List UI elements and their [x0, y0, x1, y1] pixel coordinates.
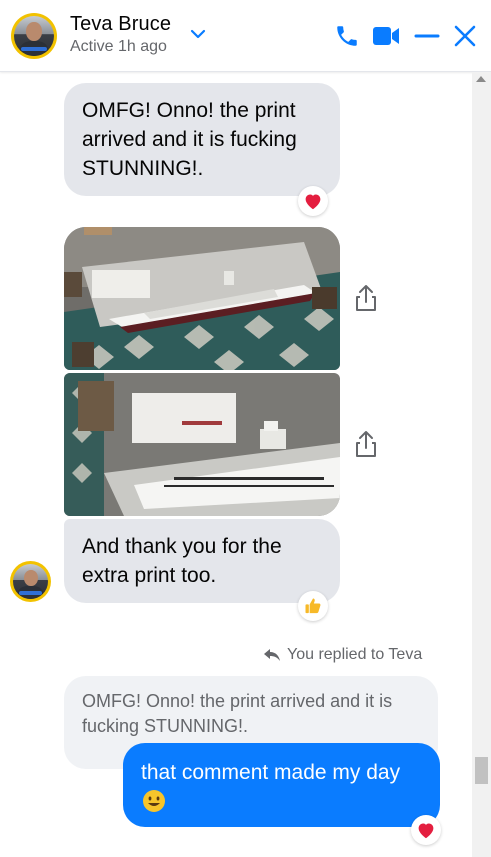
close-icon[interactable]: [450, 21, 480, 51]
contact-status: Active 1h ago: [70, 38, 167, 55]
message-text: that comment made my day: [141, 761, 401, 784]
message-bubble-incoming[interactable]: OMFG! Onno! the print arrived and it is …: [64, 83, 340, 196]
contact-avatar[interactable]: [11, 13, 57, 59]
chevron-down-icon[interactable]: [189, 27, 207, 41]
smiley-emoji-icon: [141, 788, 422, 823]
heart-reaction-icon[interactable]: [298, 186, 328, 216]
scroll-up-arrow-icon[interactable]: [476, 76, 486, 82]
chat-header: Teva Bruce Active 1h ago: [0, 0, 491, 72]
reply-arrow-icon: [264, 649, 280, 661]
share-icon[interactable]: [353, 283, 379, 313]
reply-indicator: You replied to Teva: [263, 646, 422, 664]
contact-name[interactable]: Teva Bruce: [70, 13, 171, 36]
contact-avatar-small[interactable]: [10, 561, 51, 602]
photo-attachment[interactable]: [64, 227, 340, 370]
message-bubble-incoming[interactable]: And thank you for the extra print too.: [64, 519, 340, 603]
heart-reaction-icon[interactable]: [411, 815, 441, 845]
thumbs-up-reaction-icon[interactable]: [298, 591, 328, 621]
video-icon[interactable]: [371, 21, 401, 51]
share-icon[interactable]: [353, 429, 379, 459]
scrollbar[interactable]: [472, 72, 491, 857]
photo-attachment[interactable]: [64, 373, 340, 516]
reply-indicator-text: You replied to Teva: [287, 646, 423, 663]
message-bubble-outgoing[interactable]: that comment made my day: [123, 743, 440, 827]
phone-icon[interactable]: [332, 21, 362, 51]
scrollbar-thumb[interactable]: [475, 757, 488, 784]
minimize-icon[interactable]: [412, 21, 442, 51]
